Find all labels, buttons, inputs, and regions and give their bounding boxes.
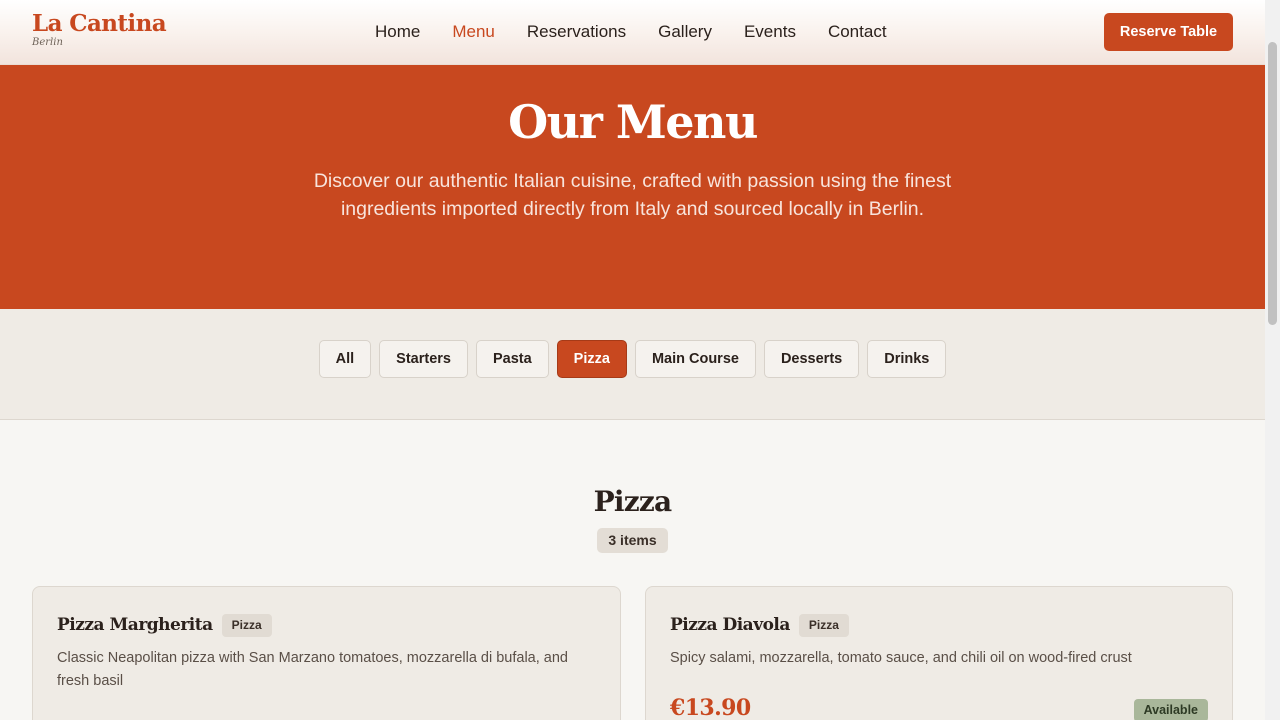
- card-header: Pizza Margherita Pizza: [57, 612, 596, 638]
- filter-pizza[interactable]: Pizza: [556, 340, 627, 378]
- menu-item-description: Spicy salami, mozzarella, tomato sauce, …: [670, 650, 1132, 666]
- menu-item-name: Pizza Margherita: [57, 615, 213, 635]
- nav-events[interactable]: Events: [728, 20, 812, 44]
- nav-contact[interactable]: Contact: [812, 20, 903, 44]
- section-title: Pizza: [593, 485, 672, 518]
- filter-desserts[interactable]: Desserts: [763, 340, 860, 378]
- site-header: La Cantina Berlin Home Menu Reservations…: [0, 0, 1265, 65]
- menu-item-card[interactable]: Pizza Margherita Pizza Classic Neapolita…: [32, 586, 621, 720]
- menu-item-price: €13.90: [670, 695, 751, 720]
- nav-gallery[interactable]: Gallery: [642, 20, 728, 44]
- reserve-table-button[interactable]: Reserve Table: [1104, 13, 1233, 51]
- menu-item-name: Pizza Diavola: [670, 615, 790, 635]
- filter-all[interactable]: All: [318, 340, 372, 378]
- category-filter-bar: All Starters Pasta Pizza Main Course Des…: [0, 309, 1265, 420]
- hero-description: Discover our authentic Italian cuisine, …: [313, 170, 952, 220]
- nav-home[interactable]: Home: [359, 20, 436, 44]
- scrollbar-thumb[interactable]: [1268, 42, 1277, 325]
- filter-drinks[interactable]: Drinks: [867, 340, 947, 378]
- item-count-badge: 3 items: [597, 528, 668, 553]
- category-tag: Pizza: [798, 613, 849, 637]
- page-scrollbar[interactable]: [1265, 0, 1280, 720]
- card-header: Pizza Diavola Pizza: [670, 612, 1208, 638]
- filter-starters[interactable]: Starters: [379, 340, 468, 378]
- filter-pasta[interactable]: Pasta: [475, 340, 549, 378]
- hero-banner: Our Menu Discover our authentic Italian …: [0, 65, 1265, 309]
- menu-item-description: Classic Neapolitan pizza with San Marzan…: [57, 650, 568, 689]
- availability-badge: Available: [1133, 699, 1208, 720]
- menu-item-card[interactable]: Pizza Diavola Pizza Spicy salami, mozzar…: [645, 586, 1233, 720]
- page-title: Our Menu: [508, 95, 758, 149]
- nav-reservations[interactable]: Reservations: [511, 20, 642, 44]
- main-nav: Home Menu Reservations Gallery Events Co…: [359, 20, 903, 44]
- nav-menu[interactable]: Menu: [436, 20, 511, 44]
- category-tag: Pizza: [221, 613, 272, 637]
- brand-logo[interactable]: La Cantina Berlin: [32, 9, 167, 48]
- brand-name: La Cantina: [32, 10, 167, 37]
- filter-main-course[interactable]: Main Course: [634, 340, 756, 378]
